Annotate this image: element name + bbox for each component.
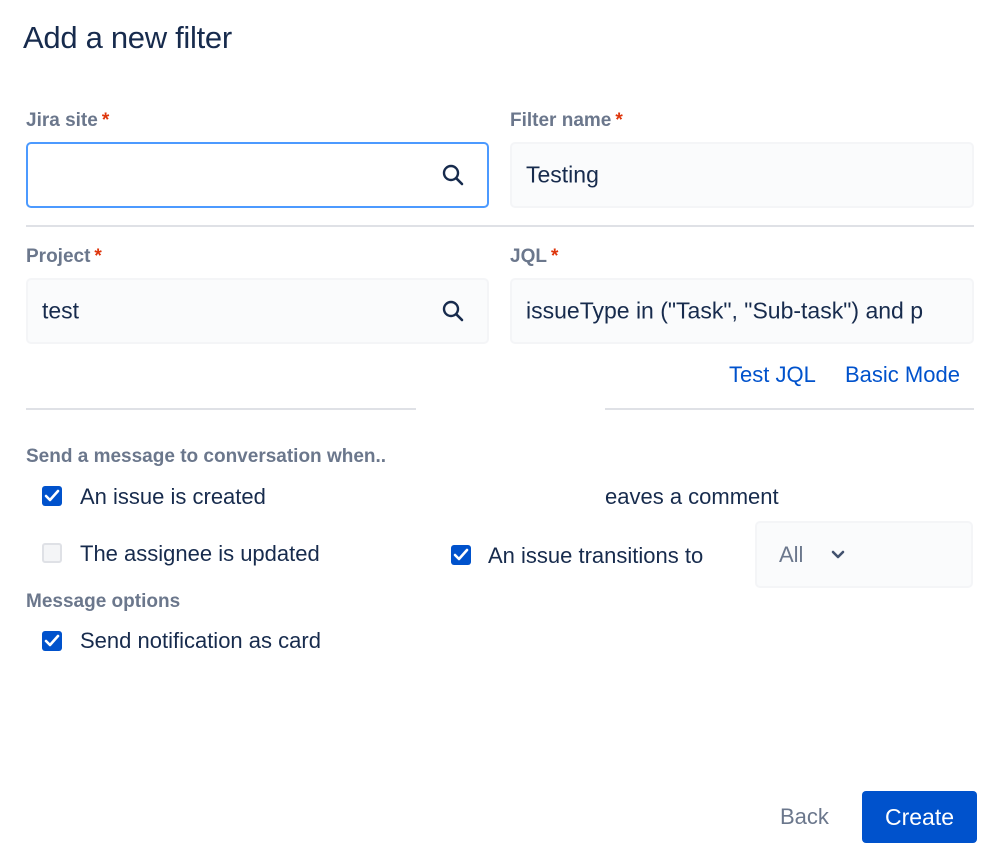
filter-name-label-text: Filter name [510,110,612,131]
comment-label: eaves a comment [605,484,779,509]
jira-site-input[interactable] [26,142,489,208]
project-label-text: Project [26,246,91,267]
message-options-heading: Message options [26,591,181,612]
issue-transitions-label: An issue transitions to [488,543,704,568]
required-mark: * [615,110,623,131]
assignee-updated-checkbox[interactable] [42,543,62,563]
filter-name-input[interactable]: Testing [510,142,974,208]
test-jql-link[interactable]: Test JQL [729,362,816,388]
jql-label: JQL * [510,246,558,268]
jira-site-label-text: Jira site [26,110,98,131]
search-icon[interactable] [441,299,465,323]
issue-created-checkbox[interactable] [42,486,62,506]
project-value: test [42,297,80,324]
jira-site-label: Jira site * [26,110,109,132]
send-as-card-label: Send notification as card [80,628,321,653]
issue-transitions-checkbox[interactable] [451,545,471,565]
project-input[interactable]: test [26,278,489,344]
filter-name-label: Filter name * [510,110,623,132]
chevron-down-icon [831,550,845,559]
send-as-card-checkbox[interactable] [42,631,62,651]
jql-value: issueType in ("Task", "Sub-task") and p [526,297,923,324]
dialog-title: Add a new filter [23,20,232,55]
create-button[interactable]: Create [862,791,977,843]
transition-status-select[interactable]: All [755,521,973,588]
back-button[interactable]: Back [780,804,829,830]
divider [26,225,974,227]
assignee-updated-label: The assignee is updated [80,541,320,566]
divider [605,408,974,410]
transition-status-value: All [779,541,804,567]
issue-created-label: An issue is created [80,484,266,509]
project-label: Project * [26,246,102,268]
jql-label-text: JQL [510,246,547,267]
basic-mode-link[interactable]: Basic Mode [845,362,960,388]
triggers-heading: Send a message to conversation when.. [26,446,387,467]
search-icon[interactable] [441,163,465,187]
check-icon [453,548,469,561]
filter-name-value: Testing [526,161,599,188]
check-icon [44,489,60,502]
required-mark: * [94,246,102,267]
required-mark: * [550,246,559,267]
required-mark: * [101,110,110,131]
check-icon [44,634,60,647]
jql-input[interactable]: issueType in ("Task", "Sub-task") and p [510,278,974,344]
divider [26,408,416,410]
